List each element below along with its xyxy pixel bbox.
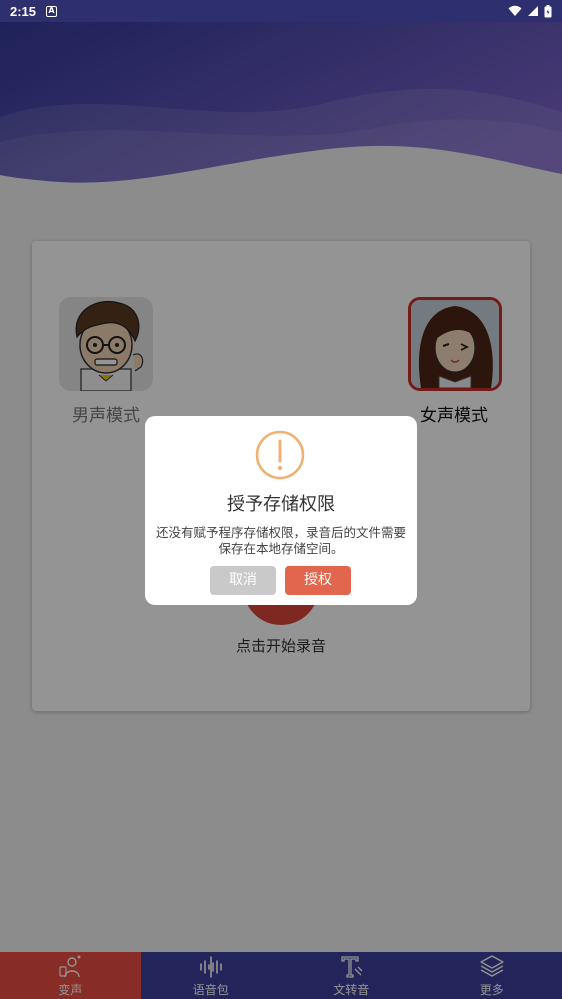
status-time: 2:15 xyxy=(10,3,37,19)
notification-icon: A xyxy=(46,5,58,17)
cancel-button[interactable]: 取消 xyxy=(210,566,276,595)
status-icons xyxy=(508,4,552,18)
grant-button[interactable]: 授权 xyxy=(285,566,351,595)
battery-icon xyxy=(544,4,552,17)
status-bar: 2:15 A xyxy=(0,0,562,22)
storage-permission-dialog: 授予存储权限 还没有赋予程序存储权限，录音后的文件需要保存在本地存储空间。 取消… xyxy=(145,416,417,605)
wifi-icon xyxy=(508,5,522,16)
signal-icon xyxy=(528,6,538,16)
warning-icon xyxy=(255,430,305,480)
dialog-message: 还没有赋予程序存储权限，录音后的文件需要保存在本地存储空间。 xyxy=(155,525,406,556)
dialog-title: 授予存储权限 xyxy=(227,494,335,515)
